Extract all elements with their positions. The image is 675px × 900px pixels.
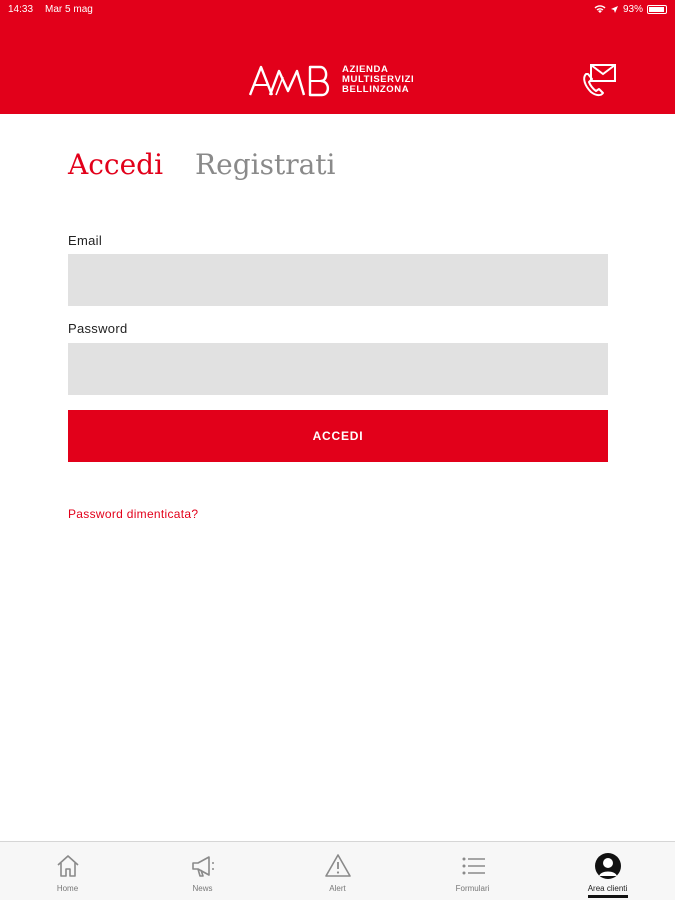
- password-label: Password: [68, 321, 128, 336]
- email-label: Email: [68, 233, 103, 248]
- app-screen: 14:33 Mar 5 mag 93% AZIENDA MULTISERVIZI…: [0, 0, 675, 900]
- app-header: AZIENDA MULTISERVIZI BELLINZONA: [0, 18, 675, 114]
- bottom-nav: Home News Alert Formulari Area clienti: [0, 841, 675, 900]
- user-icon: [594, 853, 621, 879]
- tab-accedi[interactable]: Accedi: [68, 148, 163, 181]
- tab-registrati[interactable]: Registrati: [195, 148, 335, 181]
- password-field[interactable]: [68, 343, 608, 395]
- nav-label: Formulari: [455, 884, 490, 893]
- login-button[interactable]: ACCEDI: [68, 410, 608, 462]
- wifi-icon: [594, 5, 606, 13]
- nav-item-formulari[interactable]: Formulari: [405, 842, 540, 900]
- list-icon: [462, 857, 485, 875]
- megaphone-icon: [191, 856, 214, 877]
- logo-line: BELLINZONA: [342, 84, 410, 95]
- phone-mail-icon: [583, 64, 616, 97]
- battery-icon: [647, 4, 667, 14]
- status-right: 93%: [594, 4, 667, 15]
- nav-item-area-clienti[interactable]: Area clienti: [540, 842, 675, 900]
- home-icon: [56, 855, 79, 877]
- logo-text: AZIENDA MULTISERVIZI BELLINZONA: [342, 65, 414, 95]
- status-bar: 14:33 Mar 5 mag 93%: [0, 0, 675, 18]
- forgot-password-link[interactable]: Password dimenticata?: [68, 507, 198, 521]
- email-field[interactable]: [68, 254, 608, 306]
- alert-icon: [324, 854, 351, 877]
- contact-button[interactable]: [579, 60, 619, 100]
- nav-label: Alert: [329, 884, 346, 893]
- location-icon: [610, 5, 618, 13]
- amb-logo: AZIENDA MULTISERVIZI BELLINZONA: [248, 62, 414, 98]
- status-date: Mar 5 mag: [45, 3, 93, 15]
- amb-logo-mark: [248, 65, 330, 97]
- nav-item-news[interactable]: News: [135, 842, 270, 900]
- status-time: 14:33: [8, 3, 34, 15]
- battery-percent: 93%: [622, 3, 643, 15]
- nav-label: Home: [56, 884, 79, 893]
- nav-item-home[interactable]: Home: [0, 842, 135, 900]
- auth-tabs: Accedi Registrati: [68, 148, 335, 181]
- nav-label: News: [192, 884, 213, 893]
- nav-item-alert[interactable]: Alert: [270, 842, 405, 900]
- nav-label: Area clienti: [587, 884, 628, 893]
